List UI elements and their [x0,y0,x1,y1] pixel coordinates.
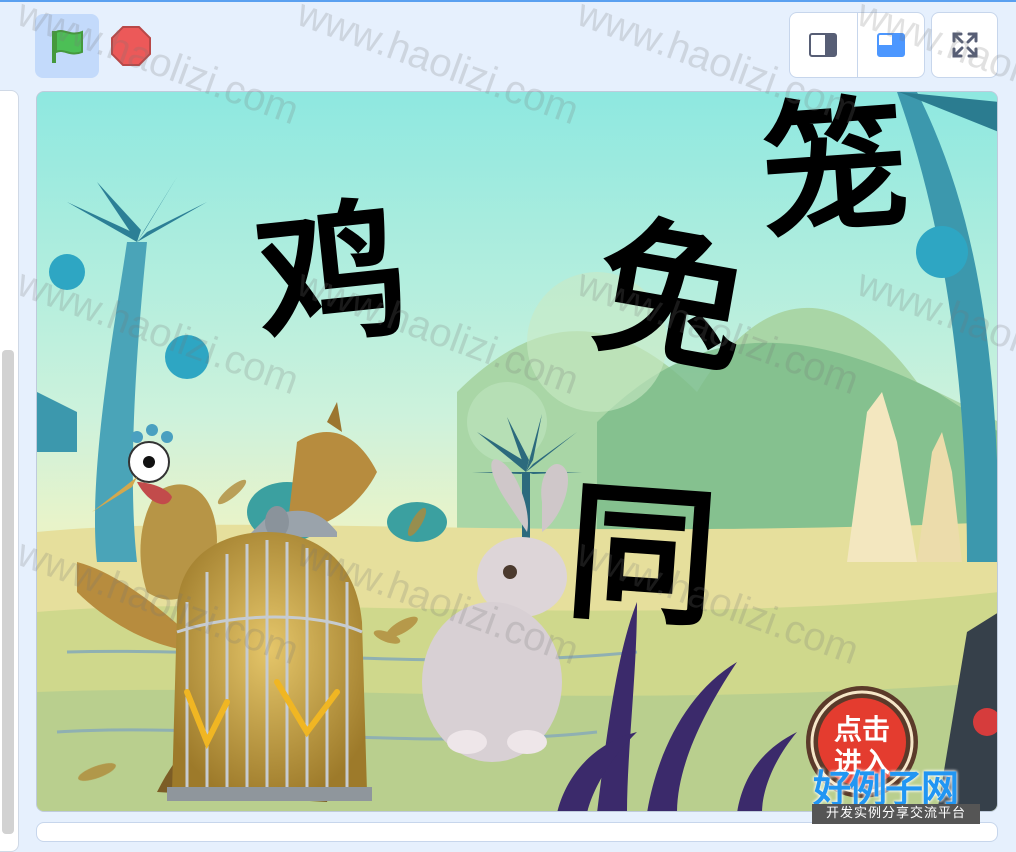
title-char-2: 兔 [583,198,761,396]
green-flag-icon [52,30,83,63]
top-edge [0,0,1016,2]
small-stage-icon [809,33,838,57]
bottom-panel [36,822,998,842]
normal-stage-button[interactable] [856,13,925,77]
title-char-1: 鸡 [248,182,416,372]
svg-text:点击: 点击 [834,713,890,746]
small-stage-button[interactable] [790,13,857,77]
logo-tagline: 开发实例分享交流平台 [812,804,980,824]
stop-button[interactable] [105,14,157,78]
fullscreen-icon [952,32,977,58]
stop-icon [111,26,151,66]
title-char-4: 笼 [756,91,913,259]
normal-stage-icon [876,33,905,57]
stage-size-toggle [789,12,925,78]
scrollbar[interactable] [2,350,14,834]
fullscreen-button[interactable] [931,12,998,78]
title-char-3: 同 [561,464,723,650]
green-flag-button[interactable] [35,14,99,78]
